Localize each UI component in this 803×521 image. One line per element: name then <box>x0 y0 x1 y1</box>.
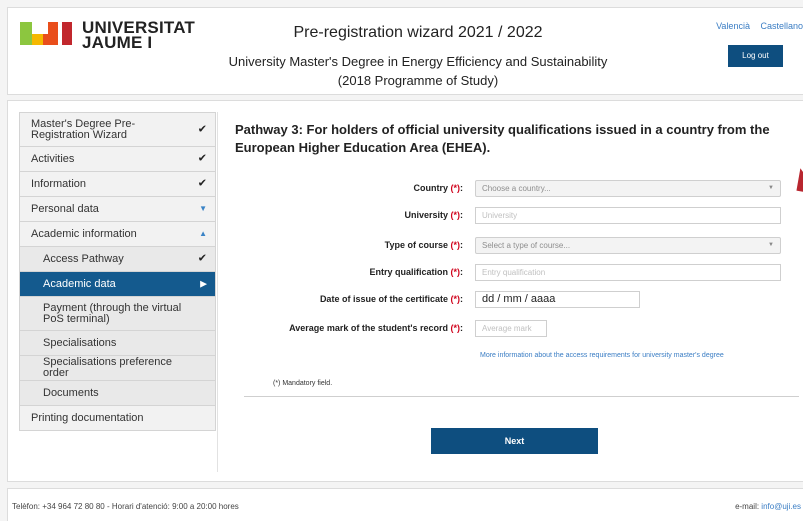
check-icon: ✔ <box>197 123 207 135</box>
caret-down-icon: ▼ <box>199 204 207 213</box>
course-type-select-value: Select a type of course... <box>482 240 571 250</box>
logo-text: UNIVERSITAT JAUME I <box>82 19 195 52</box>
page: UNIVERSITAT JAUME I Pre-registration wiz… <box>0 0 803 521</box>
form-divider <box>244 396 799 397</box>
sidebar-item-specialisations[interactable]: Specialisations <box>20 331 215 356</box>
subtitle-line2: (2018 Programme of Study) <box>337 73 499 88</box>
check-icon: ✔ <box>197 252 207 265</box>
sidebar-item-label: Printing documentation <box>31 411 144 424</box>
sidebar-divider <box>217 112 218 472</box>
country-select[interactable]: Choose a country... ▼ <box>475 179 781 197</box>
sidebar-item-label: Academic information <box>31 227 137 240</box>
sidebar-item-label: Specialisations preference order <box>43 356 173 379</box>
logout-button[interactable]: Log out <box>728 45 783 67</box>
university-label: University (*): <box>404 210 463 220</box>
course-type-row: Type of course (*): Select a type of cou… <box>235 236 803 254</box>
page-subtitle: University Master's Degree in Energy Eff… <box>208 52 628 90</box>
chevron-down-icon: ▼ <box>768 241 774 248</box>
check-icon: ✔ <box>197 152 207 165</box>
sidebar-item-academic-data[interactable]: Academic data ▶ <box>20 272 215 297</box>
university-row: University (*): University <box>235 206 803 224</box>
check-icon: ✔ <box>197 177 207 190</box>
sidebar-item-label: Payment (through the virtual PoS termina… <box>43 301 182 325</box>
sidebar-item-label: Documents <box>43 386 99 399</box>
uji-logo[interactable]: UNIVERSITAT JAUME I <box>20 19 195 52</box>
sidebar-item-access-pathway[interactable]: Access Pathway ✔ <box>20 247 215 272</box>
lang-valencia-link[interactable]: Valencià <box>716 21 750 31</box>
sidebar-item-label: Specialisations <box>43 336 117 349</box>
average-mark-label: Average mark of the student's record (*)… <box>289 323 463 333</box>
issue-date-input[interactable]: dd / mm / aaaa <box>475 290 640 308</box>
entry-qualification-input[interactable]: Entry qualification <box>475 263 781 281</box>
caret-right-icon: ▶ <box>200 278 207 289</box>
country-label: Country (*): <box>413 183 463 193</box>
sidebar-item-information[interactable]: Information ✔ <box>20 172 215 197</box>
sidebar-item-personal-data[interactable]: Personal data ▼ <box>20 197 215 222</box>
language-switcher: Valencià Castellano <box>708 21 803 31</box>
sidebar-item-label: Master's Degree Pre-Registration Wizard <box>31 117 136 141</box>
footer-email: e-mail: info@uji.es <box>735 502 801 511</box>
more-info-link[interactable]: More information about the access requir… <box>480 352 724 359</box>
country-select-value: Choose a country... <box>482 183 551 193</box>
sidebar-item-label: Access Pathway <box>43 252 124 265</box>
issue-date-row: Date of issue of the certificate (*): dd… <box>235 290 803 308</box>
wizard-sidebar: Master's Degree Pre-Registration Wizard … <box>19 112 216 431</box>
average-mark-row: Average mark of the student's record (*)… <box>235 319 803 337</box>
sidebar-item-academic-information[interactable]: Academic information ▲ <box>20 222 215 247</box>
course-type-label: Type of course (*): <box>384 240 463 250</box>
sidebar-item-payment[interactable]: Payment (through the virtual PoS termina… <box>20 297 215 331</box>
uji-logo-icon <box>20 22 72 45</box>
footer: Telèfon: +34 964 72 80 80 - Horari d'ate… <box>7 488 803 521</box>
mandatory-note: (*) Mandatory field. <box>273 380 333 387</box>
logo-line2: JAUME I <box>82 33 153 52</box>
sidebar-item-label: Information <box>31 177 87 190</box>
entry-qualification-row: Entry qualification (*): Entry qualifica… <box>235 263 803 281</box>
header: UNIVERSITAT JAUME I Pre-registration wiz… <box>7 7 803 95</box>
next-button[interactable]: Next <box>431 428 598 454</box>
sidebar-item-wizard[interactable]: Master's Degree Pre-Registration Wizard … <box>20 113 215 147</box>
subtitle-line1: University Master's Degree in Energy Eff… <box>228 54 608 69</box>
university-input[interactable]: University <box>475 206 781 224</box>
email-link[interactable]: info@uji.es <box>761 502 801 511</box>
sidebar-item-printing[interactable]: Printing documentation <box>20 406 215 431</box>
sidebar-item-label: Activities <box>31 152 75 165</box>
issue-date-label: Date of issue of the certificate (*): <box>319 294 463 304</box>
title-block: Pre-registration wizard 2021 / 2022 Univ… <box>208 16 628 90</box>
sidebar-item-activities[interactable]: Activities ✔ <box>20 147 215 172</box>
country-row: Country (*): Choose a country... ▼ <box>235 179 803 197</box>
average-mark-input[interactable]: Average mark <box>475 319 547 337</box>
course-type-select[interactable]: Select a type of course... ▼ <box>475 236 781 254</box>
footer-email-label: e-mail: <box>735 502 762 511</box>
main-panel: Master's Degree Pre-Registration Wizard … <box>7 100 803 482</box>
entry-qualification-label: Entry qualification (*): <box>369 267 463 277</box>
sidebar-item-specialisations-order[interactable]: Specialisations preference order <box>20 356 215 381</box>
pathway-heading: Pathway 3: For holders of official unive… <box>235 122 770 155</box>
page-title: Pre-registration wizard 2021 / 2022 <box>293 24 543 41</box>
footer-phone: Telèfon: +34 964 72 80 80 - Horari d'ate… <box>12 502 239 511</box>
sidebar-item-documents[interactable]: Documents <box>20 381 215 406</box>
sidebar-item-label: Personal data <box>31 202 99 215</box>
caret-up-icon: ▲ <box>199 229 207 238</box>
chevron-down-icon: ▼ <box>768 184 774 191</box>
lang-castellano-link[interactable]: Castellano <box>760 21 803 31</box>
sidebar-item-label: Academic data <box>43 277 116 290</box>
